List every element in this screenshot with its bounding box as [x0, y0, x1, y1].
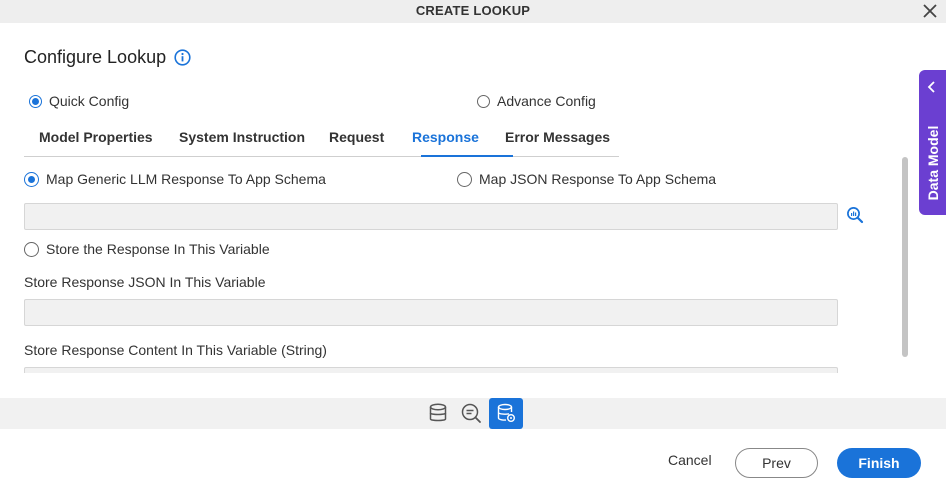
database-settings-button[interactable] — [489, 398, 523, 429]
dialog-titlebar: CREATE LOOKUP — [0, 0, 946, 23]
tab-model-properties[interactable]: Model Properties — [39, 129, 153, 145]
page-title: Configure Lookup — [24, 47, 167, 67]
map-json-radio[interactable]: Map JSON Response To App Schema — [457, 171, 716, 187]
store-json-label: Store Response JSON In This Variable — [24, 274, 266, 290]
schema-search-icon[interactable] — [846, 206, 864, 224]
radio-unselected-icon — [24, 241, 39, 257]
variable-search-icon[interactable] — [460, 402, 482, 424]
scrollbar-thumb[interactable] — [902, 157, 908, 357]
prev-button[interactable]: Prev — [735, 448, 818, 478]
store-variable-label: Store the Response In This Variable — [46, 241, 270, 257]
tab-system-instruction[interactable]: System Instruction — [179, 129, 305, 145]
store-variable-radio[interactable]: Store the Response In This Variable — [24, 241, 270, 257]
chevron-left-icon — [927, 81, 935, 93]
radio-unselected-icon — [477, 94, 490, 108]
map-generic-radio[interactable]: Map Generic LLM Response To App Schema — [24, 171, 326, 187]
database-icon[interactable] — [427, 402, 449, 424]
quick-config-radio[interactable]: Quick Config — [29, 93, 129, 109]
close-icon[interactable] — [920, 1, 940, 21]
tab-response[interactable]: Response — [412, 129, 479, 145]
quick-config-label: Quick Config — [49, 93, 130, 109]
dialog-title: CREATE LOOKUP — [415, 3, 531, 18]
map-json-label: Map JSON Response To App Schema — [479, 171, 717, 187]
config-tabs: Model Properties System Instruction Requ… — [24, 121, 619, 157]
radio-selected-icon — [29, 94, 42, 108]
tab-request[interactable]: Request — [329, 129, 384, 145]
map-generic-label: Map Generic LLM Response To App Schema — [46, 171, 326, 187]
active-tab-indicator — [421, 155, 513, 157]
store-content-field[interactable] — [24, 367, 838, 373]
radio-selected-icon — [24, 171, 39, 187]
tab-error-messages[interactable]: Error Messages — [505, 129, 610, 145]
advance-config-radio[interactable]: Advance Config — [477, 93, 596, 109]
cancel-button[interactable]: Cancel — [668, 452, 712, 468]
database-settings-icon — [497, 403, 515, 422]
store-json-field[interactable] — [24, 299, 838, 326]
finish-button[interactable]: Finish — [837, 448, 921, 478]
advance-config-label: Advance Config — [497, 93, 596, 109]
info-icon[interactable] — [174, 49, 191, 66]
data-model-label: Data Model — [924, 125, 941, 201]
store-content-label: Store Response Content In This Variable … — [24, 342, 327, 358]
app-schema-field[interactable] — [24, 203, 838, 230]
radio-unselected-icon — [457, 171, 472, 187]
data-model-panel-toggle[interactable]: Data Model — [919, 70, 946, 215]
